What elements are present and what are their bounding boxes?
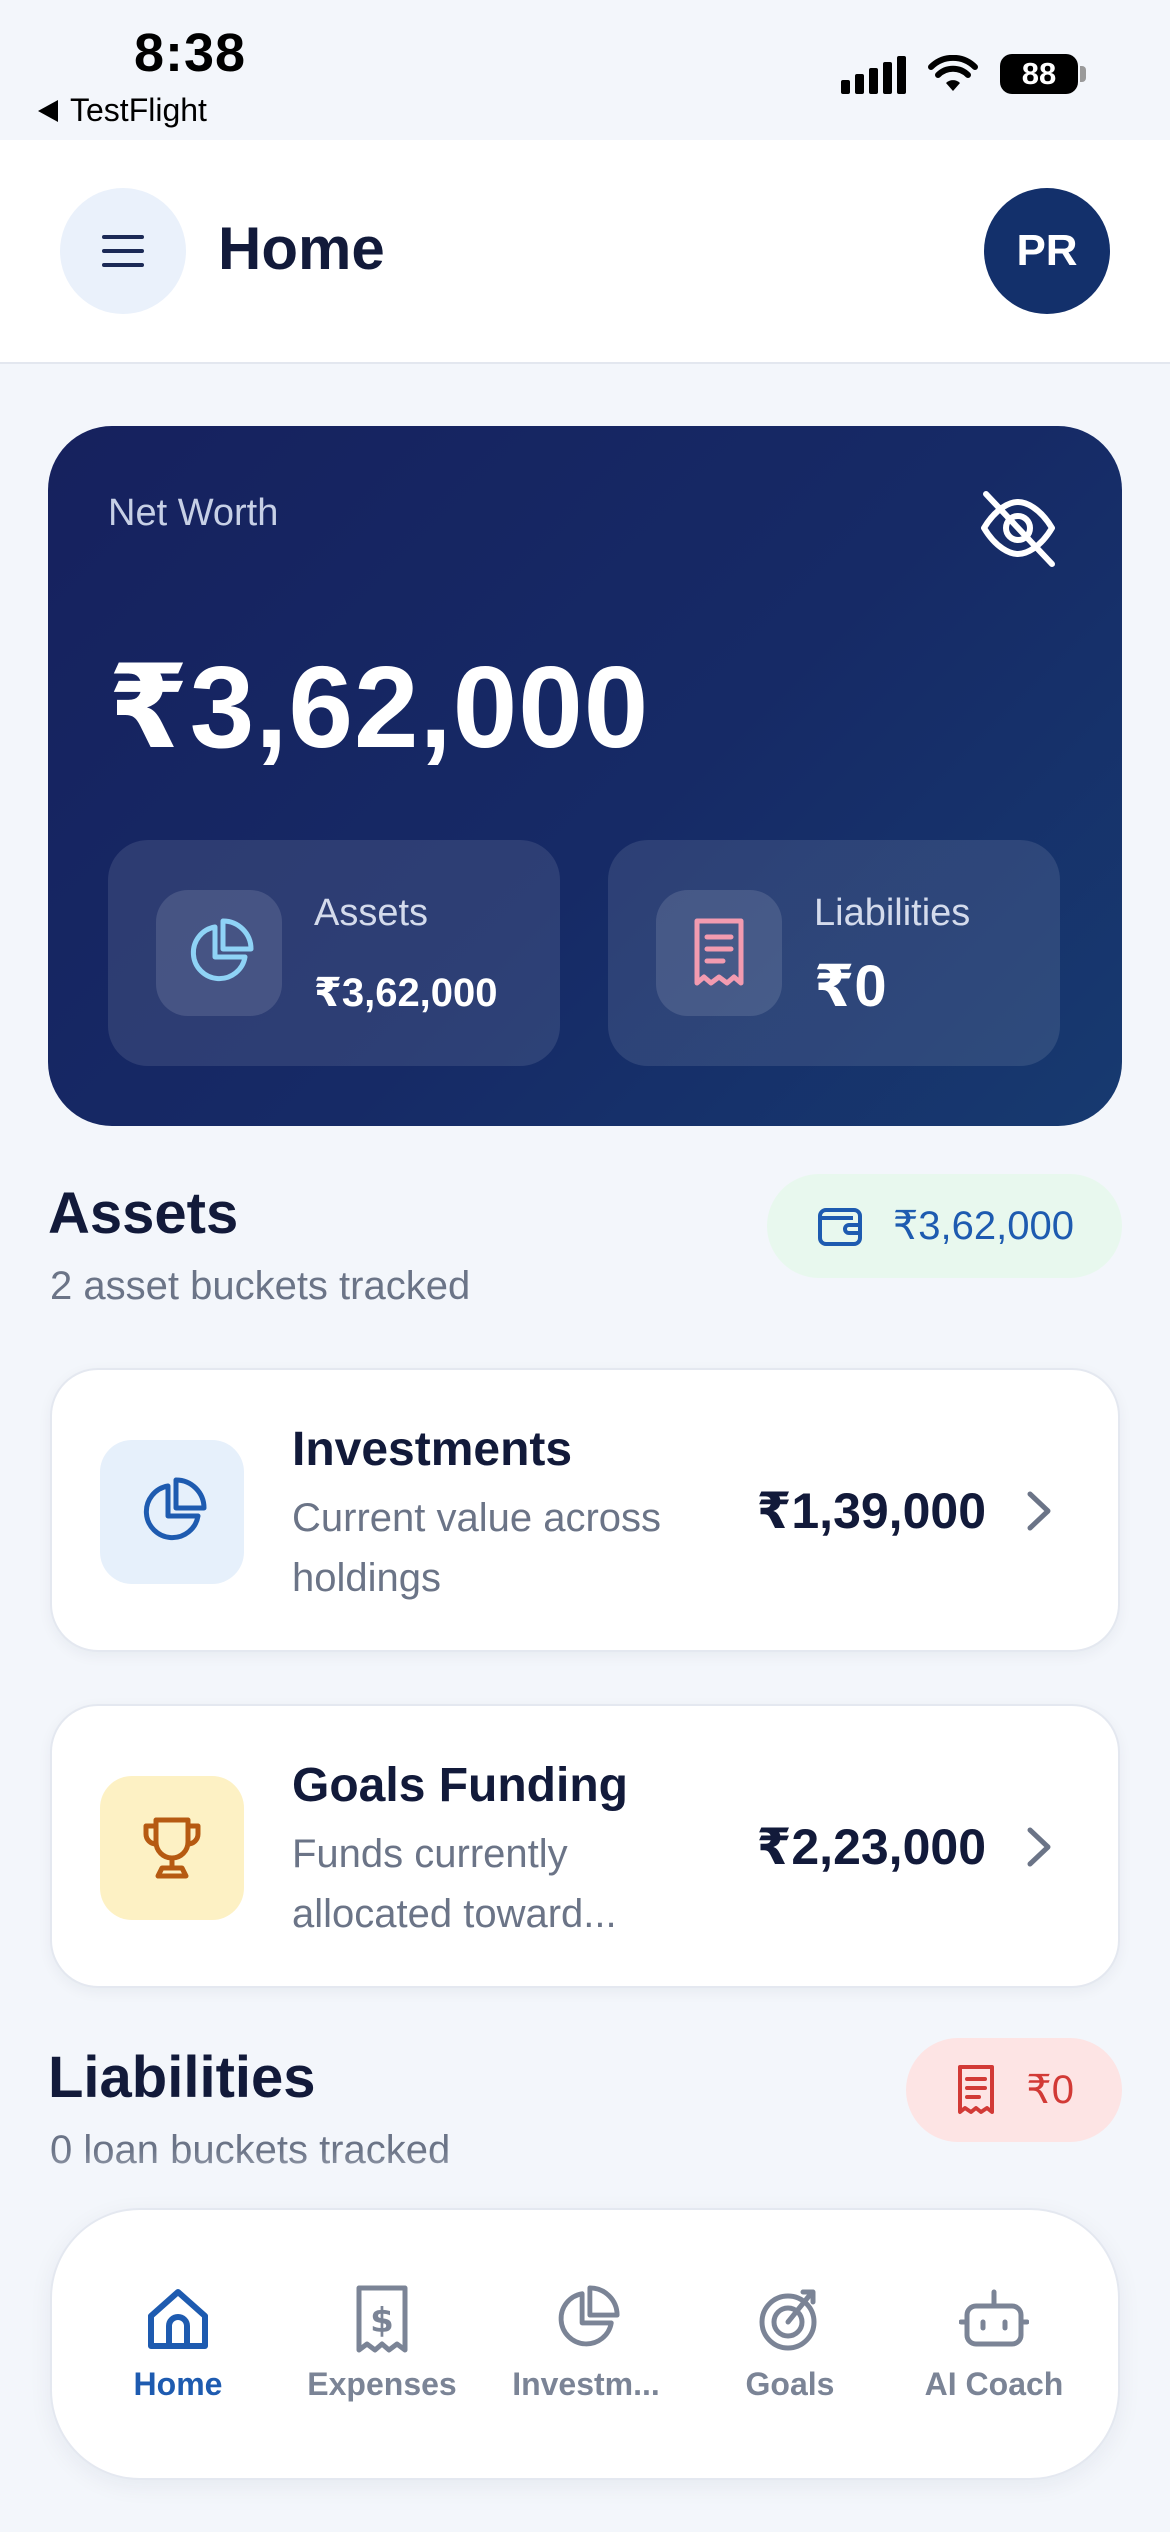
net-worth-value: ₹3,62,000 <box>108 642 650 772</box>
nav-ai-coach-label: AI Coach <box>924 2366 1064 2402</box>
liabilities-total-badge: ₹0 <box>906 2038 1122 2142</box>
profile-avatar[interactable]: PR <box>984 188 1110 314</box>
back-arrow-icon <box>38 99 58 122</box>
assets-summary-value: ₹3,62,000 <box>314 971 498 1015</box>
bottom-navigation: Home $ Expenses Investm... Goals AI Coac… <box>50 2208 1120 2480</box>
assets-summary-icon-wrap <box>156 890 282 1016</box>
trophy-icon <box>143 1817 201 1879</box>
goals-funding-subtitle: Funds currently allocated toward... <box>292 1832 617 1936</box>
assets-section-subtitle: 2 asset buckets tracked <box>50 1264 471 1308</box>
nav-home-label: Home <box>133 2366 223 2402</box>
nav-expenses[interactable]: $ Expenses <box>282 2284 482 2403</box>
menu-button[interactable] <box>60 188 186 314</box>
assets-summary[interactable]: Assets ₹3,62,000 <box>108 840 560 1066</box>
investments-value: ₹1,39,000 <box>756 1483 986 1539</box>
svg-text:$: $ <box>370 2301 394 2341</box>
battery-level: 88 <box>1000 54 1078 94</box>
receipt-icon <box>694 918 744 986</box>
investments-icon-wrap <box>100 1440 244 1584</box>
liabilities-summary[interactable]: Liabilities ₹0 <box>608 840 1060 1066</box>
investments-title: Investments <box>292 1423 573 1476</box>
battery-indicator: 88 <box>1000 54 1086 94</box>
robot-icon <box>959 2289 1029 2347</box>
nav-goals-label: Goals <box>745 2366 835 2402</box>
nav-home[interactable]: Home <box>78 2284 278 2403</box>
receipt-icon: $ <box>356 2285 408 2353</box>
battery-tip <box>1080 66 1086 82</box>
goals-funding-card[interactable]: Goals Funding Funds currently allocated … <box>50 1704 1120 1988</box>
nav-investments[interactable]: Investm... <box>486 2284 686 2403</box>
assets-section-title: Assets <box>48 1181 239 1246</box>
home-screen: 8:38 TestFlight 88 Home PR Net Worth ₹3,… <box>0 0 1170 2532</box>
app-header: Home PR <box>0 140 1170 364</box>
back-to-app-link[interactable]: TestFlight <box>38 92 207 129</box>
wifi-icon <box>928 55 978 91</box>
eye-off-icon[interactable] <box>976 486 1060 570</box>
pie-chart-icon <box>558 2285 620 2347</box>
liabilities-summary-label: Liabilities <box>814 892 971 934</box>
investments-card[interactable]: Investments Current value across holding… <box>50 1368 1120 1652</box>
liabilities-total-value: ₹0 <box>1026 2068 1074 2112</box>
home-icon <box>148 2289 208 2349</box>
chevron-right-icon <box>1027 1827 1051 1867</box>
chevron-right-icon <box>1027 1491 1051 1531</box>
goals-funding-value: ₹2,23,000 <box>756 1819 986 1875</box>
pie-chart-icon <box>143 1477 207 1541</box>
nav-ai-coach[interactable]: AI Coach <box>894 2284 1094 2403</box>
nav-expenses-label: Expenses <box>307 2366 457 2402</box>
goals-funding-title: Goals Funding <box>292 1759 628 1812</box>
page-title: Home <box>218 215 385 282</box>
liabilities-summary-value: ₹0 <box>814 954 887 1019</box>
receipt-icon <box>958 2065 995 2114</box>
status-bar: 8:38 TestFlight 88 <box>0 0 1170 140</box>
wallet-icon <box>817 1208 862 1246</box>
hamburger-menu-icon <box>102 235 144 267</box>
pie-chart-icon <box>190 918 254 982</box>
net-worth-label: Net Worth <box>108 492 279 534</box>
nav-goals[interactable]: Goals <box>690 2284 890 2403</box>
back-app-label: TestFlight <box>70 92 207 128</box>
status-indicators: 88 <box>841 54 1086 94</box>
cellular-signal-icon <box>841 54 906 94</box>
assets-total-badge: ₹3,62,000 <box>766 1174 1122 1278</box>
status-time: 8:38 <box>134 23 247 83</box>
nav-investments-label: Investm... <box>512 2366 660 2402</box>
liabilities-section-title: Liabilities <box>48 2045 316 2110</box>
liabilities-summary-icon-wrap <box>656 890 782 1016</box>
net-worth-card: Net Worth ₹3,62,000 Assets ₹3,62,000 Lia… <box>48 426 1122 1126</box>
investments-subtitle: Current value across holdings <box>292 1496 662 1600</box>
assets-total-value: ₹3,62,000 <box>892 1204 1074 1248</box>
goals-funding-icon-wrap <box>100 1776 244 1920</box>
target-icon <box>759 2289 817 2351</box>
assets-summary-label: Assets <box>314 892 429 934</box>
